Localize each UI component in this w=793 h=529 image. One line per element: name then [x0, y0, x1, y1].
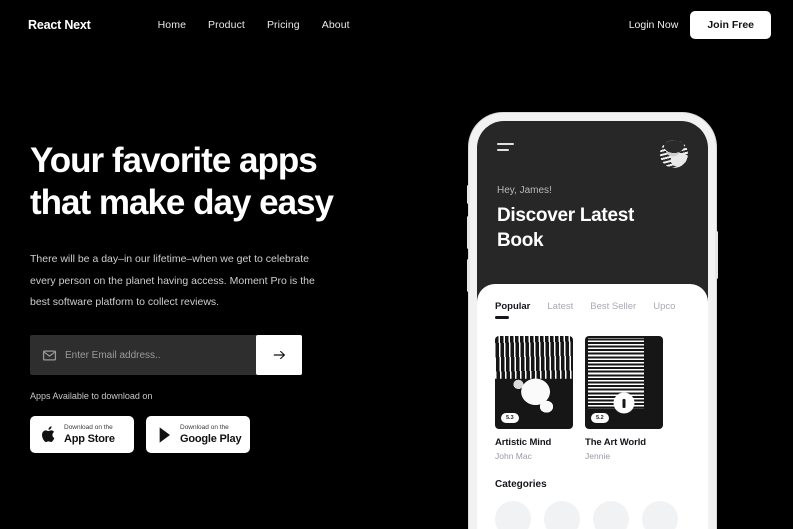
app-store-text: Download on the App Store	[64, 423, 115, 445]
brand-logo[interactable]: React Next	[28, 18, 91, 32]
greeting-text: Hey, James!	[497, 185, 552, 196]
primary-nav: Home Product Pricing About	[158, 19, 350, 31]
hero-section: Your favorite apps that make day easy Th…	[30, 140, 430, 314]
nav-item-pricing[interactable]: Pricing	[267, 19, 300, 31]
email-input[interactable]	[65, 349, 256, 361]
google-play-title: Google Play	[180, 432, 242, 445]
category-tabs: Popular Latest Best Seller Upco	[495, 301, 690, 319]
tab-best-seller[interactable]: Best Seller	[590, 301, 636, 312]
nav-item-home[interactable]: Home	[158, 19, 186, 31]
phone-screen: Hey, James! Discover Latest Book Popular…	[477, 121, 708, 529]
tab-popular-label: Popular	[495, 301, 531, 312]
nav-item-about[interactable]: About	[322, 19, 350, 31]
hamburger-line-1	[497, 143, 514, 145]
page-root: React Next Home Product Pricing About Lo…	[0, 0, 793, 529]
app-heading: Discover Latest Book	[497, 203, 688, 253]
categories-row	[495, 500, 690, 529]
book-cover-image: 5.2	[585, 335, 663, 429]
book-rating-badge: 5.2	[591, 412, 609, 423]
email-signup-form	[30, 335, 302, 375]
book-list: 5.3 Artistic Mind John Mac 5.2 The Art W…	[495, 335, 690, 461]
hero-description: There will be a day–in our lifetime–when…	[30, 253, 315, 308]
join-free-button[interactable]: Join Free	[690, 10, 771, 39]
tab-upcoming[interactable]: Upco	[653, 301, 675, 312]
app-store-badge[interactable]: Download on the App Store	[30, 416, 134, 453]
google-play-badge[interactable]: Download on the Google Play	[146, 416, 250, 453]
phone-volume-down-button	[467, 259, 470, 292]
google-play-subtitle: Download on the	[180, 423, 229, 431]
category-item[interactable]	[544, 500, 580, 529]
book-author: John Mac	[495, 450, 532, 461]
category-item[interactable]	[593, 500, 629, 529]
hero-title-line-2: that make day easy	[30, 183, 334, 222]
content-sheet: Popular Latest Best Seller Upco 5.3 Arti…	[477, 284, 708, 529]
phone-volume-up-button	[467, 216, 470, 249]
nav-item-product[interactable]: Product	[208, 19, 245, 31]
phone-mockup: Hey, James! Discover Latest Book Popular…	[467, 113, 718, 529]
page-title: Your favorite apps that make day easy	[30, 140, 430, 224]
category-item[interactable]	[642, 500, 678, 529]
avatar[interactable]	[660, 140, 688, 168]
book-card[interactable]: 5.2 The Art World Jennie	[585, 335, 663, 461]
app-header-row	[497, 140, 688, 168]
tab-latest[interactable]: Latest	[547, 301, 573, 312]
envelope-icon	[42, 350, 57, 360]
nav-actions: Login Now Join Free	[629, 10, 771, 39]
book-title: The Art World	[585, 436, 646, 448]
top-navigation-bar: React Next Home Product Pricing About Lo…	[0, 0, 793, 49]
hamburger-line-2	[497, 148, 509, 151]
category-item[interactable]	[495, 500, 531, 529]
book-card[interactable]: 5.3 Artistic Mind John Mac	[495, 335, 573, 461]
google-play-text: Download on the Google Play	[180, 423, 242, 445]
app-heading-line-1: Discover Latest	[497, 205, 635, 226]
app-store-title: App Store	[64, 432, 115, 445]
book-title: Artistic Mind	[495, 436, 552, 448]
phone-silent-switch	[467, 185, 470, 204]
book-cover-image: 5.3	[495, 335, 573, 429]
hamburger-icon[interactable]	[497, 140, 514, 151]
store-badges: Download on the App Store Download on th…	[30, 416, 250, 453]
phone-power-button	[715, 231, 718, 279]
google-play-icon	[159, 426, 170, 443]
submit-email-button[interactable]	[256, 335, 302, 375]
book-rating-badge: 5.3	[501, 412, 519, 423]
hero-title-line-1: Your favorite apps	[30, 141, 318, 180]
app-heading-line-2: Book	[497, 230, 544, 251]
tab-active-indicator	[495, 316, 509, 319]
arrow-right-icon	[273, 350, 285, 360]
apps-available-label: Apps Available to download on	[30, 391, 153, 401]
book-author: Jennie	[585, 450, 611, 461]
app-store-subtitle: Download on the	[64, 423, 113, 431]
app-header: Hey, James! Discover Latest Book	[477, 121, 708, 253]
tab-popular[interactable]: Popular	[495, 301, 530, 319]
categories-heading: Categories	[495, 478, 547, 490]
apple-icon	[42, 426, 55, 443]
login-link[interactable]: Login Now	[629, 19, 679, 31]
